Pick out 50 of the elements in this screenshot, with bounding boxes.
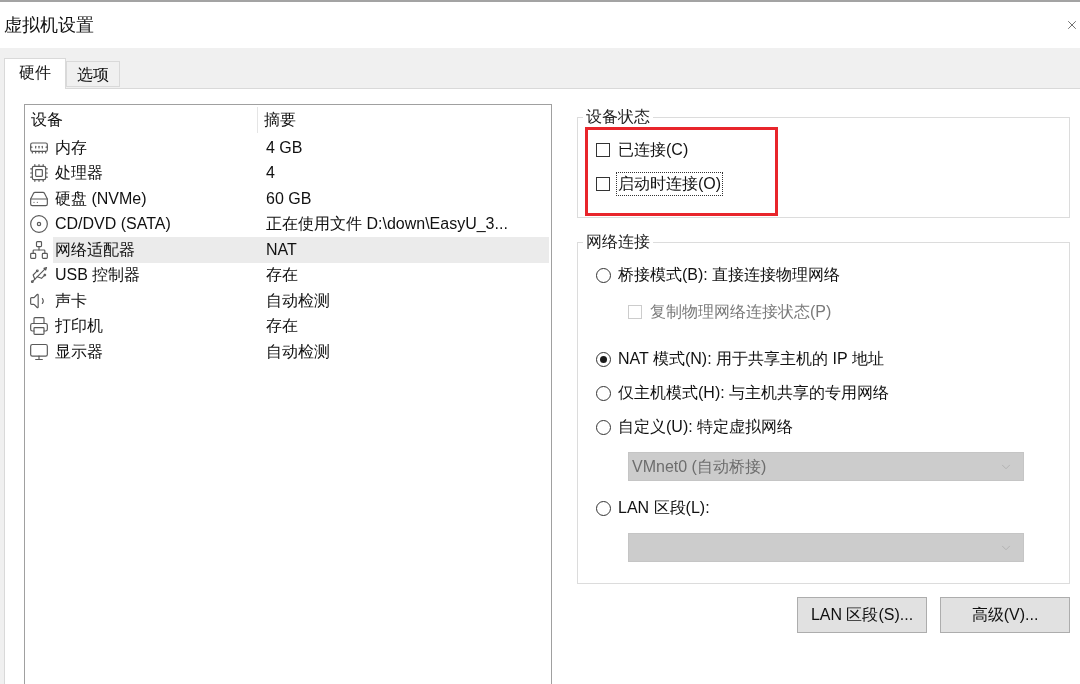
- device-summary: 存在: [266, 265, 298, 286]
- window-title: 虚拟机设置: [4, 14, 94, 36]
- radio-button[interactable]: [596, 385, 611, 401]
- tab[interactable]: 选项: [66, 61, 120, 87]
- device-name[interactable]: 内存: [53, 137, 266, 158]
- device-summary: 自动检测: [266, 290, 330, 311]
- device-name[interactable]: 声卡: [53, 290, 266, 311]
- checkbox[interactable]: [596, 143, 610, 157]
- device-summary: 60 GB: [266, 188, 312, 209]
- device-name[interactable]: 处理器: [53, 163, 266, 184]
- radio-label[interactable]: 桥接模式(B): 直接连接物理网络: [618, 265, 841, 285]
- column-header[interactable]: 设备: [25, 107, 258, 133]
- device-summary: 4: [266, 163, 275, 184]
- radio-button[interactable]: [596, 500, 611, 516]
- radio-label[interactable]: 自定义(U): 特定虚拟网络: [618, 417, 794, 437]
- radio-label[interactable]: NAT 模式(N): 用于共享主机的 IP 地址: [618, 349, 884, 369]
- tab[interactable]: 硬件: [4, 58, 66, 89]
- device-name[interactable]: 网络适配器: [53, 239, 266, 260]
- radio-label[interactable]: LAN 区段(L):: [618, 498, 710, 518]
- chip-icon: [29, 163, 49, 184]
- column-header[interactable]: 摘要: [258, 107, 551, 133]
- network-icon: [29, 239, 49, 260]
- printer-icon: [29, 316, 49, 337]
- monitor-icon: [29, 341, 49, 362]
- close-button[interactable]: [1065, 18, 1079, 32]
- device-summary: NAT: [266, 239, 297, 260]
- device-name[interactable]: CD/DVD (SATA): [53, 214, 266, 235]
- radio-button[interactable]: [596, 351, 611, 367]
- device-summary: 4 GB: [266, 137, 303, 158]
- device-name[interactable]: 打印机: [53, 316, 266, 337]
- group-title: 网络连接: [585, 232, 651, 252]
- dialog-button[interactable]: LAN 区段(S)...: [797, 597, 927, 633]
- radio-button[interactable]: [596, 419, 611, 435]
- radio-label[interactable]: 仅主机模式(H): 与主机共享的专用网络: [618, 383, 890, 403]
- checkbox-label[interactable]: 已连接(C): [616, 138, 691, 162]
- device-summary: 正在使用文件 D:\down\EasyU_3...: [266, 214, 508, 235]
- device-name[interactable]: 硬盘 (NVMe): [53, 188, 266, 209]
- group-title: 设备状态: [585, 107, 651, 127]
- device-name[interactable]: 显示器: [53, 341, 266, 362]
- usb-icon: [29, 265, 49, 286]
- device-summary: 存在: [266, 316, 298, 337]
- checkbox-label[interactable]: 启动时连接(O): [616, 172, 724, 196]
- device-name[interactable]: USB 控制器: [53, 265, 266, 286]
- radio-button[interactable]: [596, 267, 611, 283]
- close-icon: [1065, 18, 1079, 32]
- checkbox[interactable]: [596, 177, 610, 191]
- dialog-button[interactable]: 高级(V)...: [940, 597, 1070, 633]
- device-summary: 自动检测: [266, 341, 330, 362]
- disc-icon: [29, 214, 49, 235]
- selected-row[interactable]: 网络适配器 NAT: [53, 237, 549, 263]
